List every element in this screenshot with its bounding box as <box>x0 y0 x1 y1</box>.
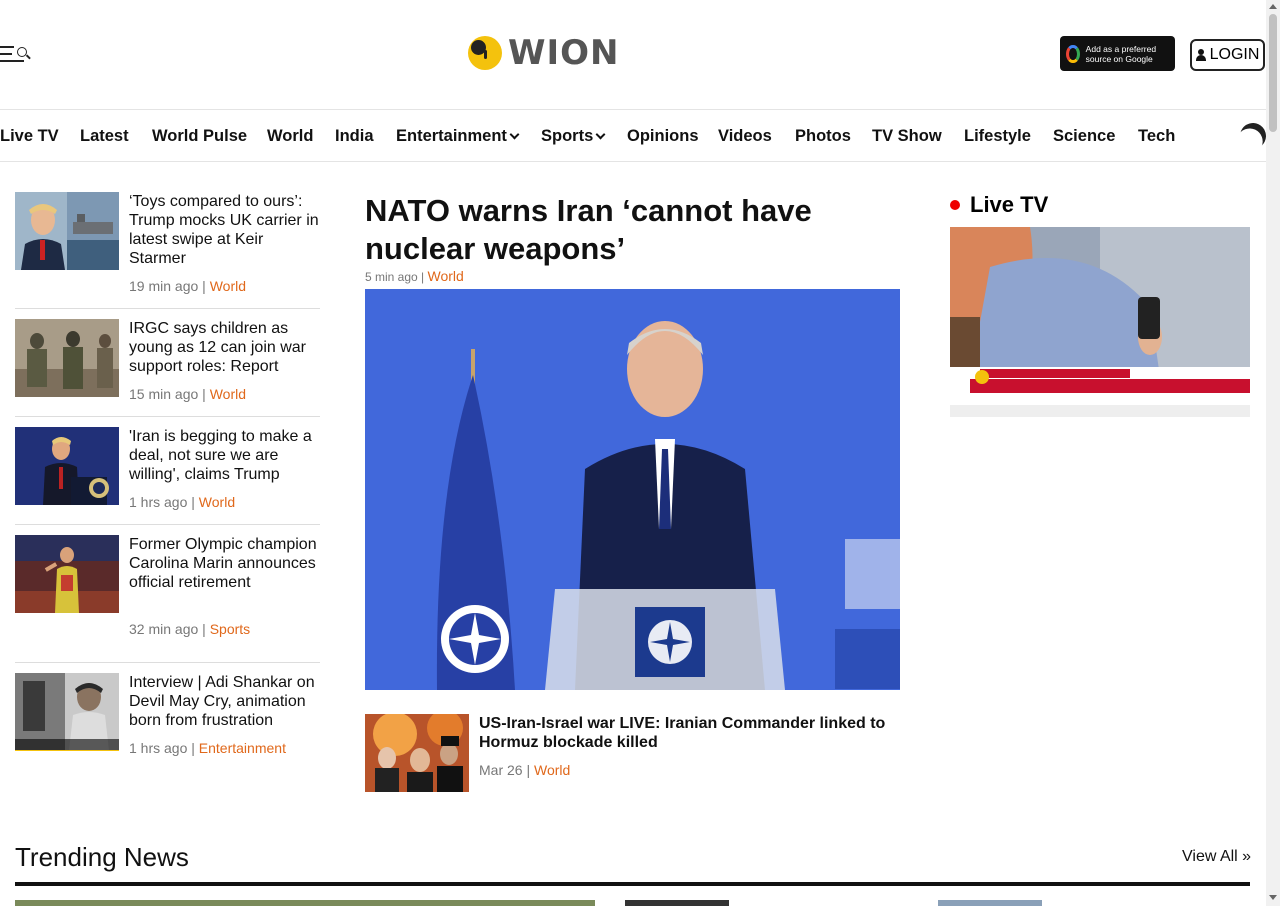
nav-world[interactable]: World <box>267 127 313 146</box>
story-time: 32 min ago <box>129 621 199 637</box>
logo-icon <box>468 36 502 70</box>
list-item[interactable]: Interview | Adi Shankar on Devil May Cry… <box>15 673 320 771</box>
story-category[interactable]: World <box>210 386 246 402</box>
story-thumbnail <box>15 319 119 397</box>
sub-story-meta: Mar 26 | World <box>479 762 571 778</box>
story-category[interactable]: World <box>210 278 246 294</box>
story-title[interactable]: 'Iran is begging to make a deal, not sur… <box>129 427 319 484</box>
nav-world-pulse[interactable]: World Pulse <box>152 127 247 146</box>
live-tv-heading[interactable]: Live TV <box>950 192 1048 218</box>
nav-latest[interactable]: Latest <box>80 127 129 146</box>
main-nav: Live TV Latest World Pulse World India E… <box>0 110 1266 162</box>
story-meta: 32 min ago | Sports <box>129 621 251 637</box>
sub-story[interactable]: US-Iran-Israel war LIVE: Iranian Command… <box>365 714 900 792</box>
story-title[interactable]: Former Olympic champion Carolina Marin a… <box>129 535 319 592</box>
list-item[interactable]: ‘Toys compared to ours’: Trump mocks UK … <box>15 192 320 309</box>
story-time: 15 min ago <box>129 386 199 402</box>
story-time: 19 min ago <box>129 278 199 294</box>
live-tv-player[interactable] <box>950 227 1250 417</box>
trending-heading: Trending News <box>15 842 189 872</box>
story-category[interactable]: Entertainment <box>199 740 286 756</box>
nav-sports-label: Sports <box>541 127 594 145</box>
story-time: 1 hrs ago <box>129 494 188 510</box>
lead-headline[interactable]: NATO warns Iran ‘cannot have nuclear wea… <box>365 192 905 268</box>
nav-entertainment[interactable]: Entertainment <box>396 127 520 146</box>
story-title[interactable]: IRGC says children as young as 12 can jo… <box>129 319 319 376</box>
story-title[interactable]: ‘Toys compared to ours’: Trump mocks UK … <box>129 192 319 268</box>
left-story-list: ‘Toys compared to ours’: Trump mocks UK … <box>15 192 320 771</box>
nav-photos[interactable]: Photos <box>795 127 851 146</box>
lead-category[interactable]: World <box>428 268 464 284</box>
story-thumbnail <box>15 535 119 613</box>
login-label: LOGIN <box>1209 46 1260 63</box>
scroll-up-arrow-icon[interactable] <box>1269 4 1277 9</box>
site-header: WION Add as a preferred source on Google… <box>0 0 1266 110</box>
story-thumbnail <box>15 192 119 270</box>
logo-text: WION <box>508 33 620 73</box>
trending-thumbnail[interactable] <box>625 900 729 906</box>
scroll-down-arrow-icon[interactable] <box>1269 895 1277 900</box>
nav-sports[interactable]: Sports <box>541 127 606 146</box>
nav-science[interactable]: Science <box>1053 127 1115 146</box>
story-meta: 1 hrs ago | World <box>129 494 236 510</box>
nav-tv-show[interactable]: TV Show <box>872 127 942 146</box>
nav-live-tv[interactable]: Live TV <box>0 127 59 146</box>
google-pref-label: Add as a preferred source on Google <box>1085 43 1157 64</box>
scrollbar[interactable] <box>1266 0 1280 906</box>
story-meta: 19 min ago | World <box>129 278 247 294</box>
scroll-thumb[interactable] <box>1269 14 1277 132</box>
view-all-link[interactable]: View All » <box>1182 848 1251 866</box>
trending-thumbnail[interactable] <box>938 900 1042 906</box>
trending-image[interactable] <box>15 900 595 906</box>
lead-image[interactable] <box>365 289 900 690</box>
chevron-down-icon <box>595 129 606 140</box>
story-thumbnail <box>15 673 119 751</box>
sub-story-time: Mar 26 <box>479 762 523 778</box>
sub-story-title[interactable]: US-Iran-Israel war LIVE: Iranian Command… <box>479 714 889 752</box>
nav-india[interactable]: India <box>335 127 374 146</box>
google-icon <box>1066 44 1080 63</box>
nav-opinions[interactable]: Opinions <box>627 127 699 146</box>
list-item[interactable]: 'Iran is begging to make a deal, not sur… <box>15 427 320 525</box>
chevron-down-icon <box>509 129 520 140</box>
live-dot-icon <box>950 200 960 210</box>
story-thumbnail <box>15 427 119 505</box>
lead-time: 5 min ago <box>365 270 418 284</box>
nav-entertainment-label: Entertainment <box>396 127 507 145</box>
divider <box>15 882 1250 886</box>
story-thumbnail <box>365 714 469 792</box>
hamburger-icon <box>0 46 14 48</box>
site-logo[interactable]: WION <box>468 33 620 73</box>
list-item[interactable]: Former Olympic champion Carolina Marin a… <box>15 535 320 663</box>
story-category[interactable]: World <box>199 494 235 510</box>
story-meta: 15 min ago | World <box>129 386 247 402</box>
nav-tech[interactable]: Tech <box>1138 127 1175 146</box>
login-button[interactable]: LOGIN <box>1190 39 1265 71</box>
live-tv-label: Live TV <box>970 192 1049 217</box>
nav-videos[interactable]: Videos <box>718 127 772 146</box>
story-time: 1 hrs ago <box>129 740 188 756</box>
story-meta: 1 hrs ago | Entertainment <box>129 740 286 756</box>
lead-meta: 5 min ago | World <box>365 268 464 284</box>
story-category[interactable]: Sports <box>210 621 250 637</box>
story-title[interactable]: Interview | Adi Shankar on Devil May Cry… <box>129 673 319 730</box>
nav-lifestyle[interactable]: Lifestyle <box>964 127 1031 146</box>
menu-search-button[interactable] <box>0 44 32 64</box>
list-item[interactable]: IRGC says children as young as 12 can jo… <box>15 319 320 417</box>
user-icon <box>1195 49 1206 61</box>
sub-story-category[interactable]: World <box>534 762 570 778</box>
google-preferred-source-button[interactable]: Add as a preferred source on Google <box>1060 36 1175 71</box>
